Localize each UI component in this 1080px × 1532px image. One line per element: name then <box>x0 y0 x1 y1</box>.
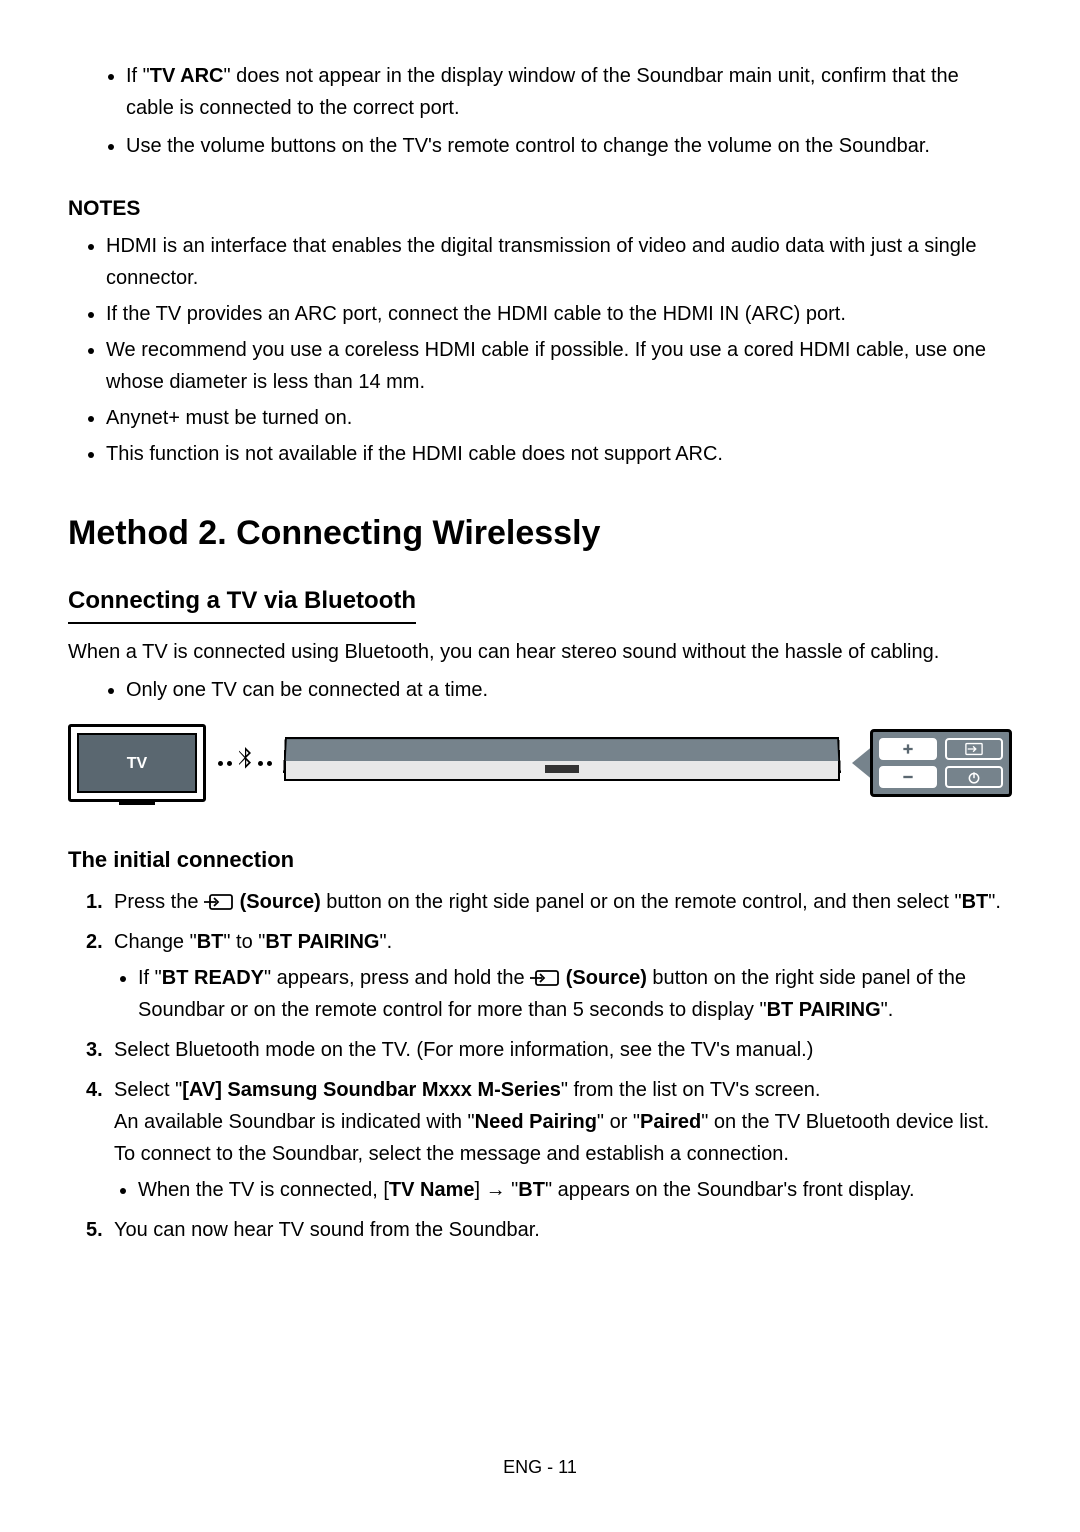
source-icon <box>204 890 234 910</box>
minus-icon <box>899 770 917 784</box>
intro-paragraph: When a TV is connected using Bluetooth, … <box>68 636 1012 668</box>
text: Press the <box>114 891 204 913</box>
note-item: This function is not available if the HD… <box>106 438 1012 470</box>
method-heading: Method 2. Connecting Wirelessly <box>68 506 1012 560</box>
text: ] → " <box>474 1179 518 1201</box>
text: " from the list on TV's screen. <box>561 1079 821 1101</box>
input-icon <box>965 742 983 756</box>
text: " appears on the Soundbar's front displa… <box>545 1179 915 1201</box>
text: If " <box>126 65 150 87</box>
soundbar-illustration <box>284 733 840 793</box>
plus-icon <box>899 742 917 756</box>
side-panel-illustration <box>870 729 1012 797</box>
top-bullet-item: Use the volume buttons on the TV's remot… <box>126 130 1012 162</box>
bluetooth-icon <box>236 746 254 781</box>
bold-text: BT <box>518 1179 545 1201</box>
note-item: Anynet+ must be turned on. <box>106 402 1012 434</box>
text: " appears, press and hold the <box>264 967 530 989</box>
top-bullet-item: If "TV ARC" does not appear in the displ… <box>126 60 1012 124</box>
step-item: Select "[AV] Samsung Soundbar Mxxx M-Ser… <box>86 1074 1012 1206</box>
bold-text: BT <box>962 891 989 913</box>
source-icon <box>530 966 560 986</box>
notes-heading: NOTES <box>68 192 1012 226</box>
bold-text: (Source) <box>234 891 321 913</box>
intro-bullet-list: Only one TV can be connected at a time. <box>126 674 1012 706</box>
bold-text: BT PAIRING <box>767 999 881 1021</box>
bold-text: Paired <box>640 1111 701 1133</box>
sub-bullet: When the TV is connected, [TV Name] → "B… <box>138 1174 1012 1206</box>
power-button <box>945 766 1003 788</box>
top-bullet-list: If "TV ARC" does not appear in the displ… <box>126 60 1012 162</box>
text: " does not appear in the display window … <box>126 65 959 119</box>
page-footer: ENG - 11 <box>0 1453 1080 1482</box>
bold-text: TV ARC <box>150 65 224 87</box>
step-item: You can now hear TV sound from the Sound… <box>86 1214 1012 1246</box>
power-icon <box>965 770 983 784</box>
notes-list: HDMI is an interface that enables the di… <box>106 230 1012 470</box>
step-item: Change "BT" to "BT PAIRING". If "BT READ… <box>86 926 1012 1026</box>
bold-text: TV Name <box>389 1179 475 1201</box>
bold-text: (Source) <box>560 967 647 989</box>
bluetooth-subheading: Connecting a TV via Bluetooth <box>68 582 416 624</box>
text: button on the right side panel or on the… <box>321 891 962 913</box>
text: ". <box>881 999 894 1021</box>
text: If " <box>138 967 162 989</box>
source-button <box>945 738 1003 760</box>
tv-label: TV <box>127 751 147 777</box>
text: Change " <box>114 931 197 953</box>
step-item: Press the (Source) button on the right s… <box>86 886 1012 918</box>
volume-down-button <box>879 766 937 788</box>
text: ". <box>379 931 392 953</box>
bold-text: BT <box>197 931 224 953</box>
text: ". <box>988 891 1001 913</box>
note-item: We recommend you use a coreless HDMI cab… <box>106 334 1012 398</box>
bold-text: [AV] Samsung Soundbar Mxxx M-Series <box>182 1079 561 1101</box>
note-item: If the TV provides an ARC port, connect … <box>106 298 1012 330</box>
text: When the TV is connected, [ <box>138 1179 389 1201</box>
bold-text: BT READY <box>162 967 264 989</box>
bold-text: BT PAIRING <box>265 931 379 953</box>
text: Select " <box>114 1079 182 1101</box>
tv-illustration: TV <box>68 724 206 802</box>
text: An available Soundbar is indicated with … <box>114 1111 475 1133</box>
text: " or " <box>597 1111 640 1133</box>
bold-text: Need Pairing <box>475 1111 597 1133</box>
note-item: HDMI is an interface that enables the di… <box>106 230 1012 294</box>
intro-bullet-item: Only one TV can be connected at a time. <box>126 674 1012 706</box>
bluetooth-signal <box>218 746 272 781</box>
bluetooth-diagram: TV <box>68 724 1012 802</box>
initial-connection-heading: The initial connection <box>68 842 1012 877</box>
text: " to " <box>223 931 265 953</box>
sub-bullet: If "BT READY" appears, press and hold th… <box>138 962 1012 1026</box>
step-item: Select Bluetooth mode on the TV. (For mo… <box>86 1034 1012 1066</box>
volume-up-button <box>879 738 937 760</box>
steps-list: Press the (Source) button on the right s… <box>86 886 1012 1246</box>
